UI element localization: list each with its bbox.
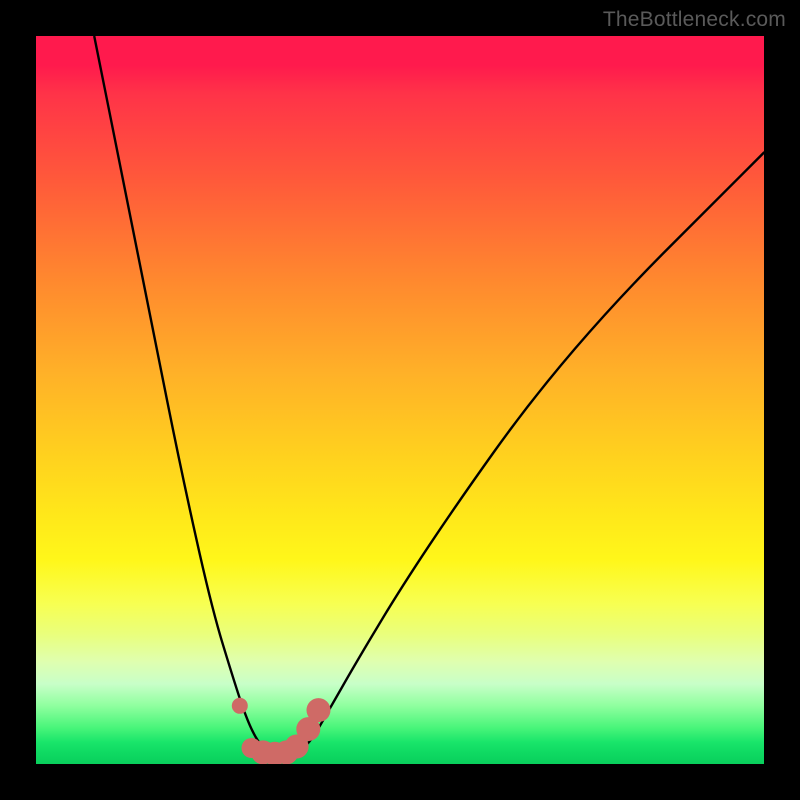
highlight-point [307, 698, 331, 722]
highlight-point [232, 698, 248, 714]
bottleneck-curve [94, 36, 764, 757]
chart-svg [36, 36, 764, 764]
chart-frame: TheBottleneck.com [0, 0, 800, 800]
highlight-markers [232, 698, 331, 764]
plot-area [36, 36, 764, 764]
watermark: TheBottleneck.com [603, 8, 786, 32]
